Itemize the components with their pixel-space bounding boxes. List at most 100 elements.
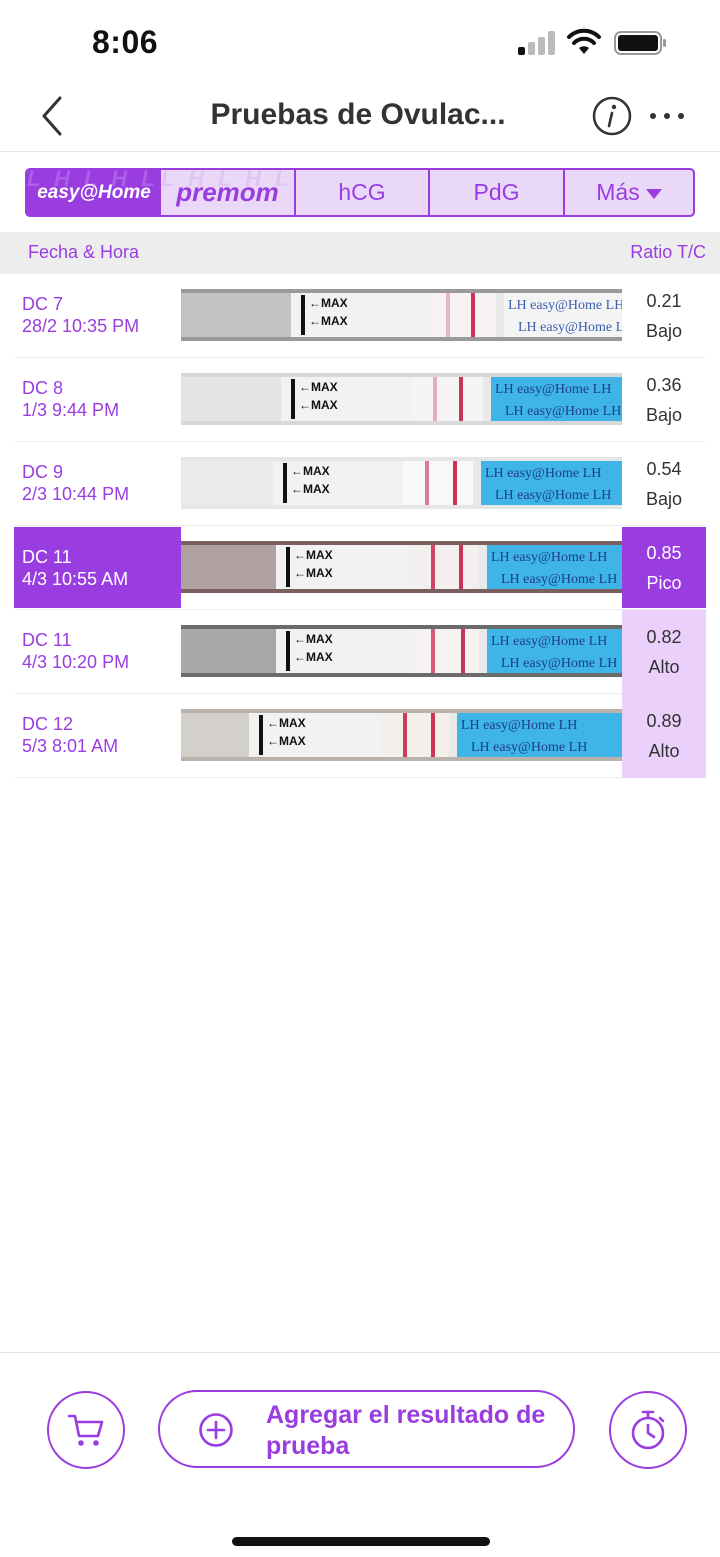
test-strip-image: ←MAX ←MAX LH easy@Home LH LH easy@Home LH — [181, 625, 622, 677]
test-row[interactable]: DC 12 5/3 8:01 AM ←MAX ←MAX LH easy@Home L… — [14, 694, 706, 778]
ratio-level: Alto — [648, 741, 680, 761]
more-dots-icon[interactable] — [648, 104, 686, 128]
info-icon[interactable] — [592, 96, 632, 136]
nav-bar: Pruebas de Ovulac... — [0, 84, 720, 152]
svg-text:←MAX: ←MAX — [294, 650, 333, 664]
svg-text:←MAX: ←MAX — [267, 716, 306, 730]
svg-text:←MAX: ←MAX — [299, 380, 338, 394]
test-strip-image: ←MAX ←MAX LH easy@Home LH LH easy@Home LH — [181, 541, 622, 593]
svg-text:LH easy@Home LH: LH easy@Home LH — [471, 740, 587, 755]
ratio-level: Bajo — [645, 489, 683, 509]
add-result-button[interactable]: Agregar el resultado de prueba — [158, 1390, 575, 1468]
row-ratio: 0.54 Bajo — [622, 442, 706, 526]
ratio-level: Bajo — [645, 321, 683, 341]
row-date: DC 7 28/2 10:35 PM — [14, 274, 181, 358]
test-row[interactable]: DC 7 28/2 10:35 PM ←MAX ←MAX LH easy@Home … — [14, 274, 706, 358]
svg-text:LH easy@Home LH: LH easy@Home LH — [485, 466, 601, 481]
cart-button[interactable] — [47, 1391, 125, 1469]
battery-icon — [614, 31, 666, 55]
row-date: DC 11 4/3 10:55 AM — [14, 527, 181, 608]
status-bar: 8:06 — [0, 0, 720, 84]
page-title: Pruebas de Ovulac... — [210, 98, 506, 131]
cart-icon — [67, 1414, 104, 1446]
svg-text:LH easy@Home LH: LH easy@Home LH — [495, 382, 611, 397]
ratio-value: 0.54 — [646, 459, 682, 479]
wifi-icon — [567, 28, 601, 54]
column-date-label: Fecha & Hora — [28, 242, 140, 262]
add-result-label: Agregar el resultado de prueba — [266, 1401, 546, 1460]
tab-hcg[interactable]: hCG — [294, 170, 428, 215]
home-indicator — [232, 1537, 490, 1546]
svg-text:LH easy@Home LH: LH easy@Home LH — [495, 488, 611, 503]
back-chevron-icon[interactable] — [34, 94, 74, 138]
row-date: DC 11 4/3 10:20 PM — [14, 610, 181, 694]
status-time: 8:06 — [92, 24, 159, 60]
row-datetime: 4/3 10:20 PM — [22, 652, 130, 672]
test-row-selected[interactable]: DC 11 4/3 10:55 AM ←MAX ←MAX LH easy@Home … — [14, 526, 706, 610]
ratio-value: 0.85 — [646, 543, 682, 563]
svg-text:LH easy@Home LH: LH easy@Home LH — [505, 404, 621, 419]
ratio-value: 0.89 — [646, 711, 682, 731]
row-cycle-day: DC 11 — [22, 630, 72, 650]
tab-easyhome[interactable]: L H L H L easy@Home — [27, 170, 161, 215]
caret-down-icon — [645, 188, 662, 199]
svg-text:LH easy@Home LH: LH easy@Home LH — [518, 320, 622, 335]
row-datetime: 2/3 10:44 PM — [22, 484, 130, 504]
ratio-level: Alto — [648, 657, 680, 677]
tab-more-label: Más — [596, 179, 640, 205]
svg-text:←MAX: ←MAX — [267, 734, 306, 748]
test-strip-image: ←MAX ←MAX LH easy@Home LH LH easy@Home LH — [181, 289, 622, 341]
cellular-signal-icon — [518, 31, 556, 55]
svg-text:LH easy@Home LH: LH easy@Home LH — [491, 634, 607, 649]
svg-text:←MAX: ←MAX — [309, 296, 348, 310]
svg-text:LH easy@Home LH: LH easy@Home LH — [501, 572, 617, 587]
row-datetime: 4/3 10:55 AM — [22, 569, 129, 589]
svg-text:LH easy@Home LH: LH easy@Home LH — [508, 298, 622, 313]
tab-premom[interactable]: L H L H L premom — [161, 170, 294, 215]
svg-text:←MAX: ←MAX — [299, 398, 338, 412]
row-ratio: 0.36 Bajo — [622, 358, 706, 442]
svg-text:←MAX: ←MAX — [294, 548, 333, 562]
svg-text:LH easy@Home LH: LH easy@Home LH — [501, 656, 617, 671]
timer-button[interactable] — [609, 1391, 687, 1469]
tab-easyhome-label: easy@Home — [37, 181, 151, 203]
ratio-value: 0.21 — [646, 291, 682, 311]
tab-pdg[interactable]: PdG — [428, 170, 563, 215]
row-datetime: 28/2 10:35 PM — [22, 316, 140, 336]
row-ratio: 0.82 Alto — [622, 610, 706, 694]
row-cycle-day: DC 9 — [22, 462, 64, 482]
test-strip-image: ←MAX ←MAX LH easy@Home LH LH easy@Home LH — [181, 709, 622, 761]
test-results-list: DC 7 28/2 10:35 PM ←MAX ←MAX LH easy@Home … — [14, 274, 706, 778]
tab-more[interactable]: Más — [563, 170, 693, 215]
row-cycle-day: DC 7 — [22, 294, 64, 314]
test-row[interactable]: DC 8 1/3 9:44 PM ←MAX ←MAX LH easy@Home LH… — [14, 358, 706, 442]
row-ratio: 0.85 Pico — [622, 527, 706, 608]
ratio-value: 0.82 — [646, 627, 682, 647]
bottom-action-bar: Agregar el resultado de prueba — [0, 1352, 720, 1557]
brand-tab-bar: L H L H L easy@Home L H L H L premom hCG… — [25, 168, 695, 217]
ratio-value: 0.36 — [646, 375, 682, 395]
test-row[interactable]: DC 9 2/3 10:44 PM ←MAX ←MAX LH easy@Home L… — [14, 442, 706, 526]
svg-text:←MAX: ←MAX — [309, 314, 348, 328]
svg-text:←MAX: ←MAX — [294, 566, 333, 580]
timer-icon — [631, 1410, 665, 1450]
row-cycle-day: DC 8 — [22, 378, 64, 398]
row-ratio: 0.21 Bajo — [622, 274, 706, 358]
test-row[interactable]: DC 11 4/3 10:20 PM ←MAX ←MAX LH easy@Home … — [14, 610, 706, 694]
ratio-level: Bajo — [645, 405, 683, 425]
ratio-level: Pico — [646, 573, 682, 593]
row-date: DC 12 5/3 8:01 AM — [14, 694, 181, 778]
test-strip-image: ←MAX ←MAX LH easy@Home LH LH easy@Home LH — [181, 373, 622, 425]
column-ratio-label: Ratio T/C — [630, 242, 706, 262]
plus-circle-icon — [199, 1413, 233, 1447]
tab-premom-label: premom — [176, 177, 279, 207]
column-header: Fecha & Hora Ratio T/C — [0, 232, 720, 274]
svg-text:←MAX: ←MAX — [291, 464, 330, 478]
row-cycle-day: DC 12 — [22, 714, 74, 734]
row-date: DC 8 1/3 9:44 PM — [14, 358, 181, 442]
test-strip-image: ←MAX ←MAX LH easy@Home LH LH easy@Home LH — [181, 457, 622, 509]
svg-text:←MAX: ←MAX — [294, 632, 333, 646]
row-datetime: 5/3 8:01 AM — [22, 736, 119, 756]
svg-text:←MAX: ←MAX — [291, 482, 330, 496]
row-cycle-day: DC 11 — [22, 547, 72, 567]
